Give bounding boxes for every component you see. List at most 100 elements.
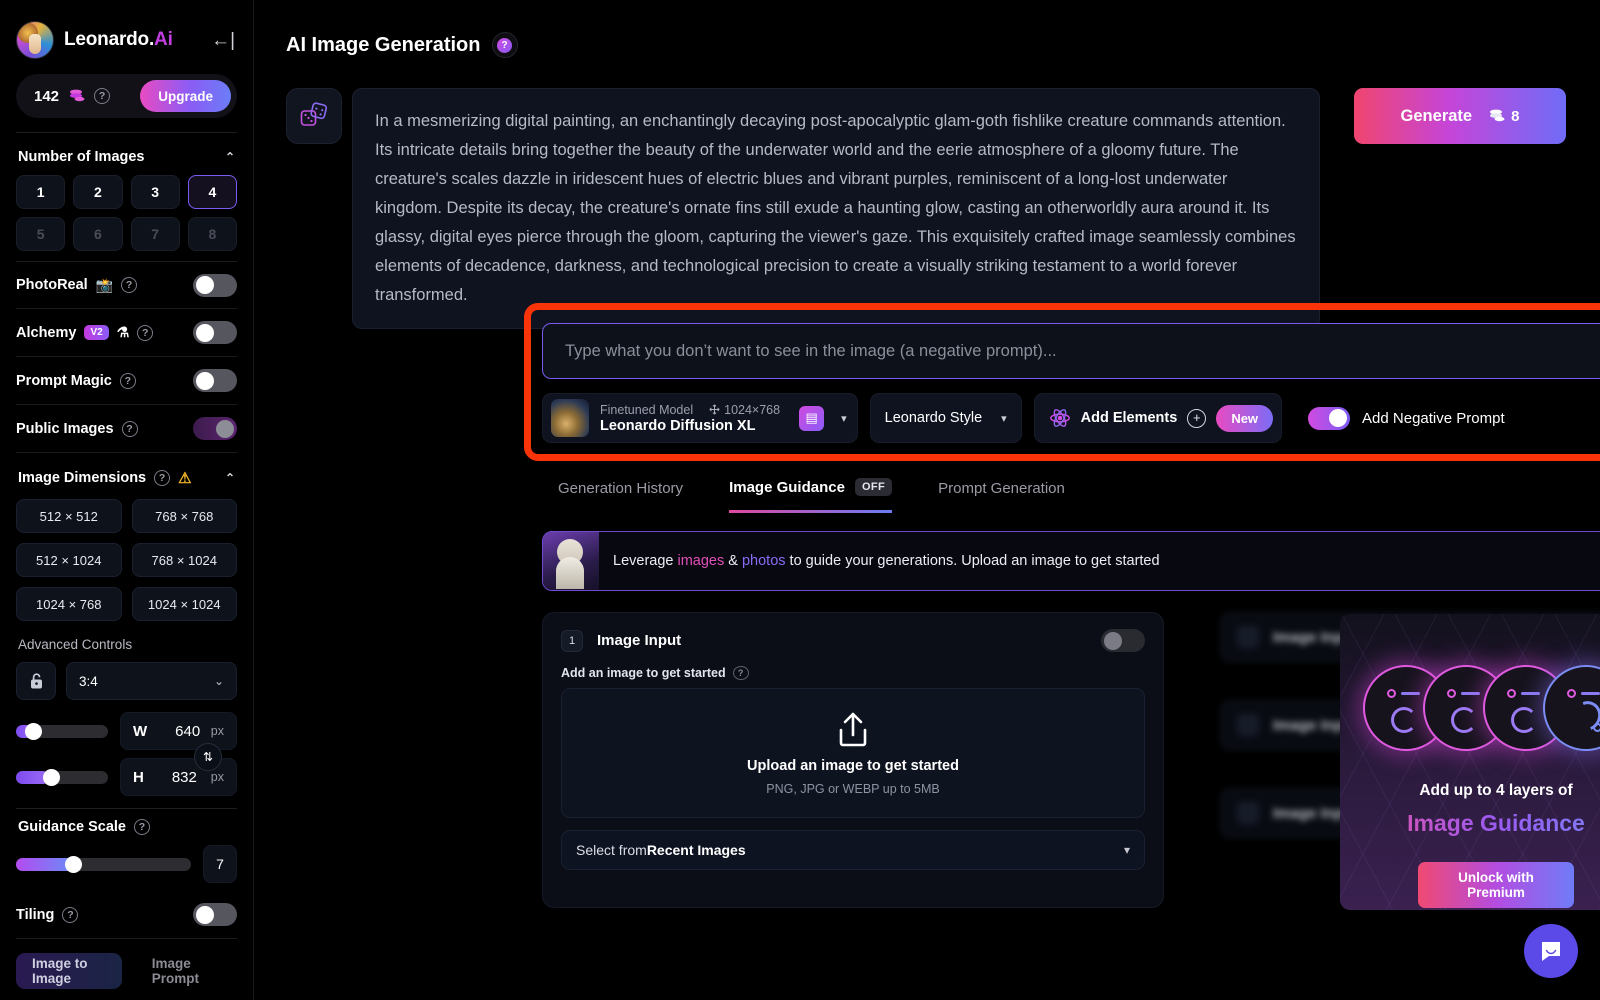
upgrade-button[interactable]: Upgrade	[140, 80, 231, 112]
photoreal-help-icon[interactable]: ?	[121, 277, 138, 293]
flask-icon: ⚗	[116, 324, 130, 340]
alchemy-toggle[interactable]	[193, 321, 237, 344]
prompt-textarea[interactable]: In a mesmerizing digital painting, an en…	[352, 88, 1320, 329]
public-images-help-icon[interactable]: ?	[121, 420, 138, 437]
tab-image-to-image[interactable]: Image to Image	[16, 953, 122, 989]
recent-images-select[interactable]: Select from Recent Images ▾	[561, 830, 1145, 870]
chevron-up-icon[interactable]: ⌃	[225, 150, 235, 164]
height-unit: px	[210, 770, 224, 784]
credits-help-icon[interactable]: ?	[94, 88, 111, 104]
question-mark-icon: ?	[497, 37, 512, 53]
image-count-7[interactable]: 7	[130, 217, 180, 251]
add-negative-prompt-label: Add Negative Prompt	[1362, 409, 1505, 427]
image-dimensions-title: Image Dimensions	[18, 470, 147, 486]
add-negative-prompt-toggle[interactable]	[1308, 406, 1351, 430]
tab-image-guidance[interactable]: Image Guidance OFF	[729, 478, 893, 513]
page-title: AI Image Generation	[286, 33, 481, 56]
chevron-down-icon[interactable]: ▾	[1124, 843, 1130, 857]
chevron-down-icon[interactable]: ⌄	[214, 674, 224, 688]
image-count-3[interactable]: 3	[130, 175, 180, 209]
add-negative-prompt-row: Add Negative Prompt	[1308, 406, 1505, 430]
swap-dimensions-button[interactable]: ⇅	[194, 743, 222, 771]
lock-aspect-ratio-button[interactable]	[16, 662, 56, 700]
alchemy-row: Alchemy V2 ⚗ ?	[16, 309, 237, 357]
toggle-knob	[196, 323, 214, 342]
banner-rest: to guide your generations. Upload an ima…	[785, 553, 1160, 569]
model-dimensions-text: 1024×768	[724, 402, 781, 417]
image-count-1[interactable]: 1	[16, 175, 66, 209]
banner-highlight-images: images	[677, 553, 725, 569]
finetuned-model-selector[interactable]: Finetuned Model 1024×768 Leonardo Diffus…	[542, 393, 858, 443]
negative-prompt-input[interactable]	[542, 323, 1600, 379]
page-help-button[interactable]: ?	[491, 32, 518, 58]
tab-prompt-generation[interactable]: Prompt Generation	[938, 480, 1065, 511]
image-input-help-icon[interactable]: ?	[732, 666, 749, 680]
public-images-toggle[interactable]	[193, 417, 237, 440]
tab-generation-history[interactable]: Generation History	[558, 480, 683, 511]
chevron-up-icon[interactable]: ⌃	[225, 471, 235, 485]
width-field[interactable]: W 640 px	[120, 712, 237, 750]
guidance-scale-help-icon[interactable]: ?	[134, 819, 150, 835]
premium-promo-card: Add up to 4 layers of Image Guidance Unl…	[1340, 614, 1600, 910]
toggle-knob	[196, 905, 214, 924]
tiling-help-icon[interactable]: ?	[62, 906, 79, 923]
prompt-magic-toggle[interactable]	[193, 369, 237, 392]
image-count-2[interactable]: 2	[73, 175, 123, 209]
dropzone-subtitle: PNG, JPG or WEBP up to 5MB	[766, 782, 940, 796]
note-icon[interactable]: ▤	[799, 405, 825, 431]
number-of-images-header[interactable]: Number of Images ⌃	[16, 133, 237, 175]
width-value: 640	[175, 722, 201, 740]
slider-thumb[interactable]	[25, 722, 43, 740]
collapse-sidebar-icon[interactable]: ←|	[209, 27, 237, 54]
image-input-subtitle: Add an image to get started ?	[561, 666, 1145, 680]
upload-icon	[839, 712, 867, 747]
width-slider[interactable]	[16, 722, 108, 740]
dimension-preset-768x768[interactable]: 768 × 768	[131, 499, 237, 533]
image-input-toggle[interactable]	[1101, 629, 1145, 652]
tab-image-prompt[interactable]: Image Prompt	[136, 953, 237, 989]
photoreal-label: PhotoReal	[16, 277, 88, 293]
generate-cost-value: 8	[1511, 107, 1520, 125]
toggle-knob	[1329, 409, 1348, 427]
brand-name-accent: Ai	[154, 29, 173, 50]
dimension-preset-512x1024[interactable]: 512 × 1024	[16, 543, 122, 577]
image-upload-dropzone[interactable]: Upload an image to get started PNG, JPG …	[561, 688, 1145, 818]
height-label: H	[133, 768, 144, 786]
dimension-preset-768x1024[interactable]: 768 × 1024	[131, 543, 237, 577]
alchemy-help-icon[interactable]: ?	[137, 324, 154, 341]
style-selector[interactable]: Leonardo Style ▾	[869, 393, 1022, 443]
image-count-5[interactable]: 5	[16, 217, 66, 251]
generate-button[interactable]: Generate 8	[1354, 88, 1566, 144]
tiling-label: Tiling	[16, 906, 55, 923]
guidance-scale-value[interactable]: 7	[203, 845, 237, 883]
image-guidance-off-badge: OFF	[854, 478, 893, 496]
image-input-card: 1 Image Input Add an image to get starte…	[542, 612, 1164, 908]
plus-icon[interactable]: +	[1187, 408, 1207, 428]
slider-thumb[interactable]	[65, 855, 82, 873]
image-count-8[interactable]: 8	[187, 217, 237, 251]
prompt-magic-help-icon[interactable]: ?	[119, 372, 136, 389]
chevron-down-icon[interactable]: ▾	[841, 412, 847, 425]
image-count-6[interactable]: 6	[73, 217, 123, 251]
slider-thumb[interactable]	[42, 768, 60, 786]
add-elements-button[interactable]: Add Elements + New	[1033, 393, 1283, 443]
image-input-sub-label: Add an image to get started	[561, 666, 726, 680]
dimension-preset-1024x1024[interactable]: 1024 × 1024	[131, 587, 237, 621]
photoreal-toggle[interactable]	[193, 273, 237, 297]
dimension-preset-512x512[interactable]: 512 × 512	[16, 499, 122, 533]
tiling-toggle[interactable]	[193, 903, 237, 926]
number-of-images-title: Number of Images	[18, 149, 145, 165]
page-header: AI Image Generation ?	[254, 0, 1600, 58]
height-slider[interactable]	[16, 768, 108, 786]
image-count-4[interactable]: 4	[187, 175, 237, 209]
dimension-preset-1024x768[interactable]: 1024 × 768	[16, 587, 122, 621]
dropzone-title: Upload an image to get started	[747, 758, 959, 774]
chevron-down-icon[interactable]: ▾	[1001, 412, 1007, 425]
random-prompt-dice-button[interactable]	[286, 88, 342, 144]
unlock-with-premium-button[interactable]: Unlock with Premium	[1418, 862, 1574, 908]
guidance-scale-slider[interactable]	[16, 855, 191, 873]
image-dimensions-header[interactable]: Image Dimensions ? ⚠ ⌃	[16, 453, 237, 497]
intercom-chat-button[interactable]	[1524, 924, 1578, 978]
aspect-ratio-select[interactable]: 3:4 ⌄	[66, 662, 237, 700]
image-dimensions-help-icon[interactable]: ?	[154, 470, 171, 486]
